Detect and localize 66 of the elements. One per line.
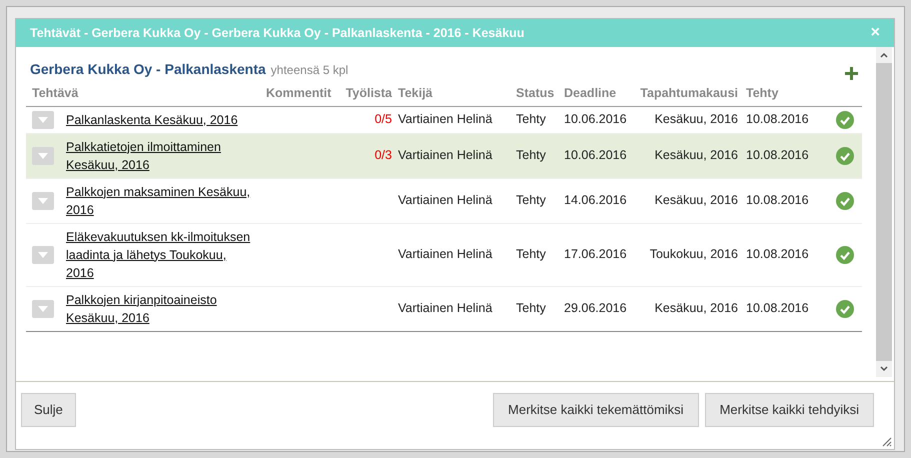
caret-icon (38, 152, 48, 158)
assignee-text: Vartiainen Helinä (398, 247, 492, 262)
column-header: Tehty (746, 86, 778, 100)
status-text: Tehty (516, 193, 546, 208)
column-header: Status (516, 86, 554, 100)
period-text: Kesäkuu, 2016 (654, 112, 738, 126)
status-text: Tehty (516, 112, 546, 126)
table-row[interactable]: Palkkojen maksaminen Kesäkuu, 2016 Vartiainen Helinä Tehty 14.06.2016 Kesäkuu, 2016 10.08.2016 (26, 178, 862, 223)
status-text: Tehty (516, 247, 546, 262)
worklist-count: 0/5 (374, 112, 392, 126)
assignee-text: Vartiainen Helinä (398, 112, 492, 126)
caret-icon (38, 116, 48, 122)
done-date-text: 10.08.2016 (746, 112, 809, 126)
deadline-text: 14.06.2016 (564, 193, 627, 208)
dropdown-button[interactable] (32, 146, 54, 164)
worklist-count: 0/3 (374, 148, 392, 162)
done-date-text: 10.08.2016 (746, 148, 809, 162)
caret-icon (38, 252, 48, 258)
task-link[interactable]: Palkanlaskenta Kesäkuu, 2016 (66, 110, 251, 128)
assignee-text: Vartiainen Helinä (398, 193, 492, 208)
column-header: Tehtävä (32, 86, 78, 100)
column-header: Työlista (346, 86, 392, 100)
task-link[interactable]: Palkkojen kirjanpitoaineisto Kesäkuu, 2016 (66, 290, 251, 326)
table-row[interactable]: Palkkojen kirjanpitoaineisto Kesäkuu, 2016 Vartiainen Helinä Tehty 29.06.2016 Kesäkuu, 2016 10.08.2016 (26, 286, 862, 331)
done-date-text: 10.08.2016 (746, 193, 809, 208)
deadline-text: 10.06.2016 (564, 112, 627, 126)
task-link[interactable]: Palkkatietojen ilmoittaminen Kesäkuu, 2016 (66, 138, 251, 174)
deadline-text: 29.06.2016 (564, 301, 627, 316)
period-text: Kesäkuu, 2016 (654, 193, 738, 208)
column-header: Deadline (564, 86, 616, 100)
scroll-down-icon[interactable] (876, 361, 892, 377)
deadline-text: 17.06.2016 (564, 247, 627, 262)
table-row[interactable]: Palkkatietojen ilmoittaminen Kesäkuu, 2016 0/3 Vartiainen Helinä Tehty 10.06.2016 Kesäkuu, 2016 10.08.2016 (26, 133, 862, 178)
scroll-up-icon[interactable] (876, 47, 892, 63)
table-row[interactable]: Palkanlaskenta Kesäkuu, 2016 0/5 Vartiainen Helinä Tehty 10.06.2016 Kesäkuu, 2016 10.08.2016 (26, 106, 862, 133)
done-date-text: 10.08.2016 (746, 301, 809, 316)
caret-icon (38, 306, 48, 312)
dropdown-button[interactable] (32, 246, 54, 264)
add-icon[interactable] (845, 67, 858, 80)
close-button[interactable]: Sulje (21, 393, 76, 427)
window-title: Tehtävät - Gerbera Kukka Oy - Gerbera Kukka Oy - Palkanlaskenta - 2016 - Kesäkuu (30, 24, 524, 42)
assignee-text: Vartiainen Helinä (398, 301, 492, 316)
task-link[interactable]: Palkkojen maksaminen Kesäkuu, 2016 (66, 182, 251, 218)
done-date-text: 10.08.2016 (746, 247, 809, 262)
section-title: Gerbera Kukka Oy - Palkanlaskenta (30, 60, 266, 79)
period-text: Toukokuu, 2016 (650, 247, 738, 262)
table-row[interactable]: Eläkevakuutuksen kk-ilmoituksen laadinta ja lähetys Toukokuu, 2016 Vartiainen Helinä Tehty 17.06.2016 Toukokuu, 2016 10.08.2016 (26, 223, 862, 286)
period-text: Kesäkuu, 2016 (654, 301, 738, 316)
column-header: Kommentit (266, 86, 332, 100)
dropdown-button[interactable] (32, 192, 54, 210)
item-count: yhteensä 5 kpl (270, 62, 348, 79)
mark-all-button[interactable]: Merkitse kaikki tekemättömiksi (493, 393, 699, 427)
mark-all-button[interactable]: Merkitse kaikki tehdyiksi (704, 393, 874, 427)
column-header: Tapahtumakausi (640, 86, 738, 100)
dropdown-button[interactable] (32, 110, 54, 128)
resize-grip-icon[interactable] (880, 435, 892, 447)
assignee-text: Vartiainen Helinä (398, 148, 492, 162)
period-text: Kesäkuu, 2016 (654, 148, 738, 162)
deadline-text: 10.06.2016 (564, 148, 627, 162)
column-header: Tekijä (398, 86, 433, 100)
scrollbar[interactable] (876, 47, 892, 377)
status-text: Tehty (516, 301, 546, 316)
dropdown-button[interactable] (32, 300, 54, 318)
task-link[interactable]: Eläkevakuutuksen kk-ilmoituksen laadinta ja lähetys Toukokuu, 2016 (66, 228, 251, 282)
status-text: Tehty (516, 148, 546, 162)
caret-icon (38, 198, 48, 204)
